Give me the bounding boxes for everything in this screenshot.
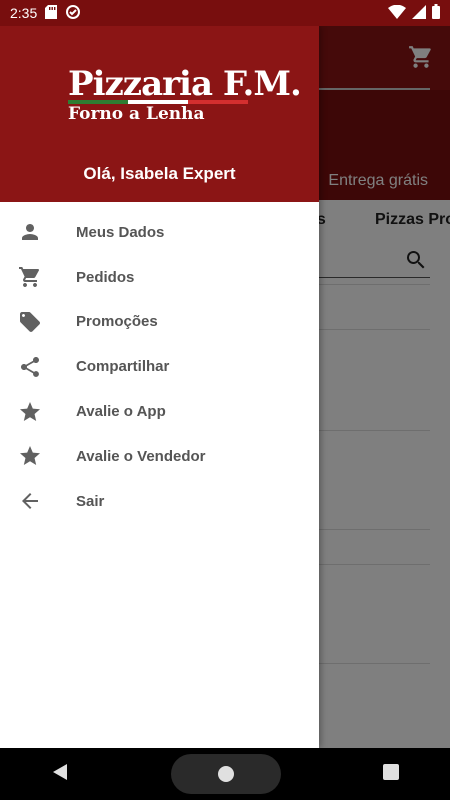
menu-item-pedidos[interactable]: Pedidos: [0, 255, 319, 300]
star-icon: [0, 444, 76, 468]
menu-item-label: Promoções: [76, 313, 158, 331]
sd-card-icon: [45, 4, 58, 22]
menu-item-meus-dados[interactable]: Meus Dados: [0, 210, 319, 255]
battery-icon: [432, 4, 440, 22]
home-icon: [218, 766, 234, 782]
sync-icon: [65, 4, 81, 23]
menu-item-sair[interactable]: Sair: [0, 479, 319, 524]
tag-icon: [0, 310, 76, 334]
pizzaria-logo: Pizzaria F.M. Forno a Lenha: [68, 64, 302, 124]
status-time: 2:35: [10, 5, 38, 21]
wifi-icon: [388, 4, 406, 22]
share-icon: [0, 355, 76, 379]
user-greeting: Olá, Isabela Expert: [83, 164, 236, 183]
status-bar: 2:35: [0, 0, 450, 26]
arrow-back-icon: [0, 489, 76, 513]
menu-item-compartilhar[interactable]: Compartilhar: [0, 344, 319, 389]
recents-icon[interactable]: [383, 763, 399, 785]
menu-item-label: Meus Dados: [76, 223, 165, 241]
person-icon: [0, 220, 76, 244]
menu-item-avalie-vendedor[interactable]: Avalie o Vendedor: [0, 434, 319, 479]
signal-icon: [412, 4, 426, 22]
home-button[interactable]: [171, 754, 281, 794]
menu-item-label: Sair: [76, 492, 105, 510]
navigation-drawer: Pizzaria F.M. Forno a Lenha Olá, Isabela…: [0, 26, 319, 748]
menu-item-label: Pedidos: [76, 268, 135, 286]
menu-item-promocoes[interactable]: Promoções: [0, 300, 319, 345]
cart-icon: [0, 265, 76, 289]
menu-item-label: Avalie o App: [76, 403, 166, 421]
menu-item-label: Avalie o Vendedor: [76, 447, 206, 465]
drawer-header: Pizzaria F.M. Forno a Lenha Olá, Isabela…: [0, 26, 319, 202]
drawer-menu: Meus Dados Pedidos Promoções Compartilha…: [0, 202, 319, 524]
logo-subtitle: Forno a Lenha: [68, 104, 205, 124]
system-navigation-bar: [0, 748, 450, 800]
menu-item-label: Compartilhar: [76, 358, 170, 376]
star-icon: [0, 400, 76, 424]
menu-item-avalie-app[interactable]: Avalie o App: [0, 389, 319, 434]
logo-title: Pizzaria F.M.: [68, 64, 302, 104]
back-icon[interactable]: [51, 763, 69, 786]
